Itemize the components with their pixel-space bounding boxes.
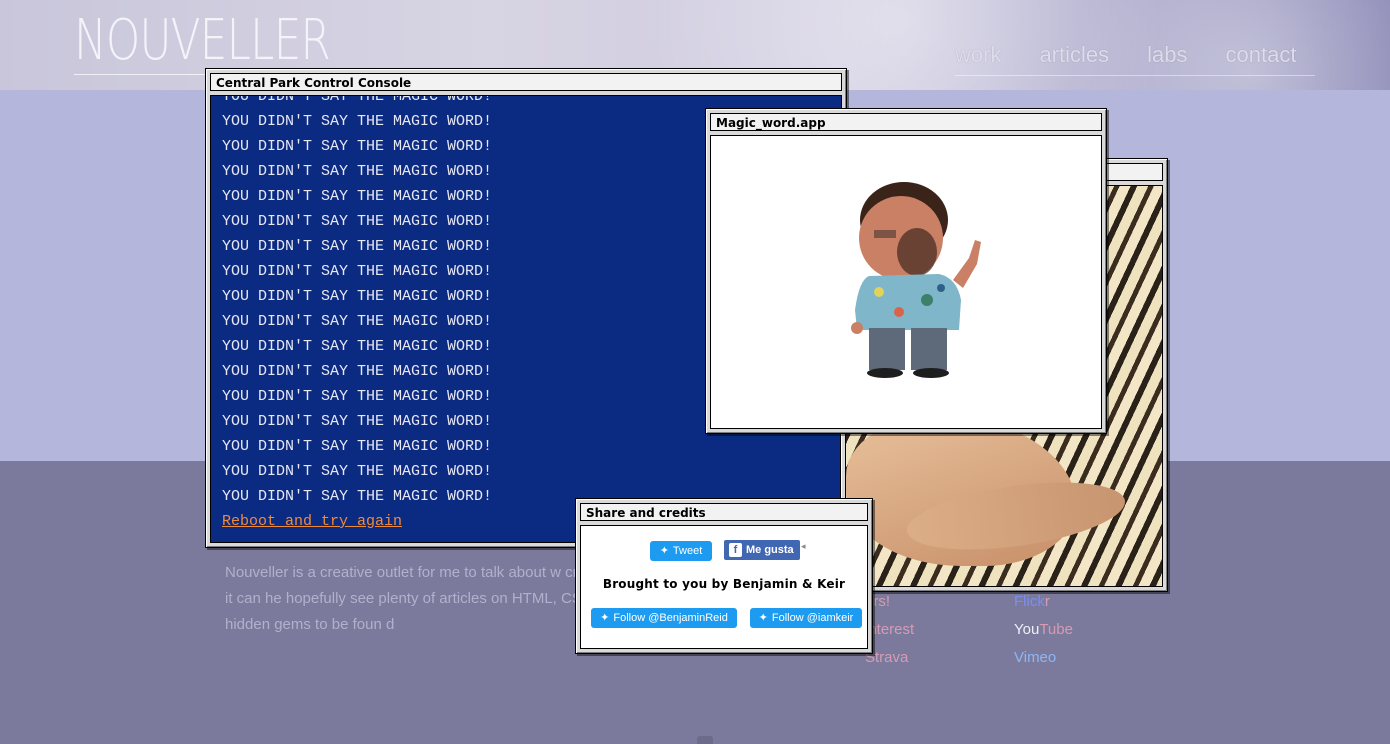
console-line: YOU DIDN'T SAY THE MAGIC WORD! [222,163,493,180]
like-count-arrow-icon: ◂ [801,542,806,552]
twitter-bird-icon: ✦ [659,545,669,557]
flickr-part2: r [1044,593,1050,610]
console-line: YOU DIDN'T SAY THE MAGIC WORD! [222,113,493,130]
site-logo[interactable]: NOUVELLER [74,8,331,74]
share-window[interactable]: Share and credits ✦ Tweet f Me gusta ◂ Bro… [575,498,873,654]
tweet-label: Tweet [672,545,703,557]
twitter-bird-icon: ✦ [600,612,610,624]
footer-icon [697,736,713,744]
facebook-like-button[interactable]: f Me gusta [724,540,800,560]
social-link-youtube[interactable]: YouTube [1014,616,1073,644]
console-titlebar[interactable]: Central Park Control Console [210,73,842,91]
console-line: YOU DIDN'T SAY THE MAGIC WORD! [222,488,493,505]
social-link-vimeo[interactable]: Vimeo [1014,644,1073,672]
console-line: YOU DIDN'T SAY THE MAGIC WORD! [222,388,493,405]
follow2-label: Follow @iamkeir [771,612,854,624]
twitter-bird-icon: ✦ [758,612,768,624]
social-link-flickr[interactable]: Flickr [1014,588,1073,616]
facebook-icon: f [729,543,742,557]
follow1-label: Follow @BenjaminReid [613,612,728,624]
console-line: YOU DIDN'T SAY THE MAGIC WORD! [222,413,493,430]
console-output: YOU DIDN'T SAY THE MAGIC WORD! YOU DIDN'T… [222,95,493,534]
console-line: YOU DIDN'T SAY THE MAGIC WORD! [222,263,493,280]
follow-iamkeir-button[interactable]: ✦ Follow @iamkeir [750,608,862,628]
like-label: Me gusta [746,544,794,556]
console-line: YOU DIDN'T SAY THE MAGIC WORD! [222,188,493,205]
share-body: ✦ Tweet f Me gusta ◂ Brought to you by Ben… [580,525,868,649]
youtube-part1: You [1014,621,1040,638]
social-links-col2: Flickr YouTube Vimeo [1014,588,1073,672]
console-line: YOU DIDN'T SAY THE MAGIC WORD! [222,138,493,155]
nedry-image [851,182,981,378]
credits-text: Brought to you by Benjamin & Keir [602,577,846,591]
nav-work[interactable]: work [955,42,1001,68]
magic-word-body [710,135,1102,429]
console-line: YOU DIDN'T SAY THE MAGIC WORD! [222,363,493,380]
nav-articles[interactable]: articles [1039,42,1109,68]
tweet-button[interactable]: ✦ Tweet [650,541,712,561]
follow-benjaminreid-button[interactable]: ✦ Follow @BenjaminReid [591,608,737,628]
console-line: YOU DIDN'T SAY THE MAGIC WORD! [222,213,493,230]
magic-word-titlebar[interactable]: Magic_word.app [710,113,1102,131]
console-line: YOU DIDN'T SAY THE MAGIC WORD! [222,438,493,455]
console-line: YOU DIDN'T SAY THE MAGIC WORD! [222,238,493,255]
nav-contact[interactable]: contact [1226,42,1297,68]
reboot-link[interactable]: Reboot and try again [222,509,492,534]
flickr-part1: Flick [1014,593,1045,610]
nav-labs[interactable]: labs [1147,42,1187,68]
youtube-part2: Tube [1039,621,1073,638]
console-line: YOU DIDN'T SAY THE MAGIC WORD! [222,95,493,105]
magic-word-window[interactable]: Magic_word.app [705,108,1107,434]
nav-divider [955,75,1315,76]
share-titlebar[interactable]: Share and credits [580,503,868,521]
console-line: YOU DIDN'T SAY THE MAGIC WORD! [222,338,493,355]
main-nav: work articles labs contact [955,42,1296,68]
console-line: YOU DIDN'T SAY THE MAGIC WORD! [222,463,493,480]
console-line: YOU DIDN'T SAY THE MAGIC WORD! [222,288,493,305]
console-line: YOU DIDN'T SAY THE MAGIC WORD! [222,313,493,330]
